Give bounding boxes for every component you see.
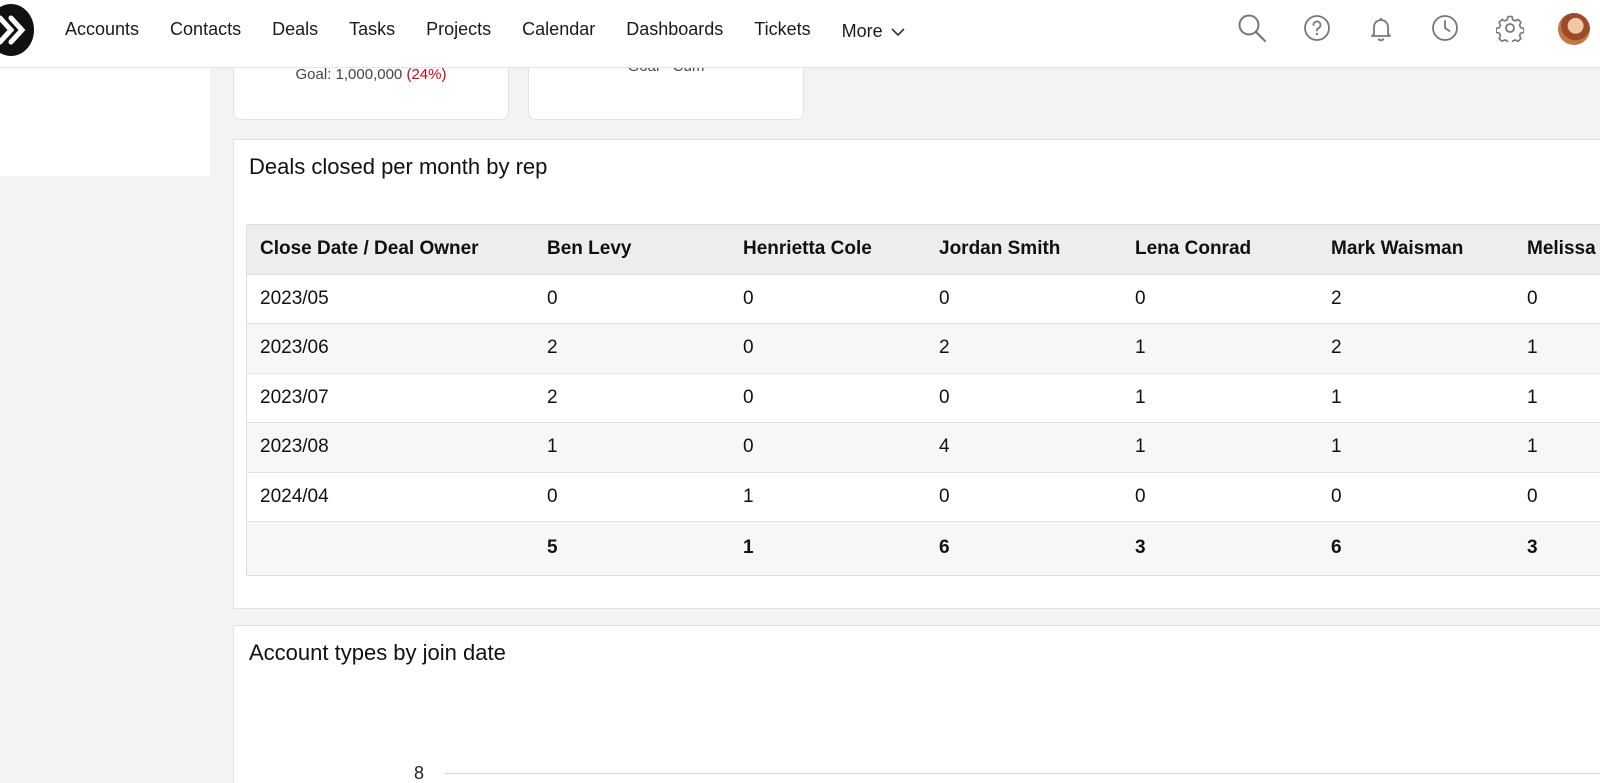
chevron-down-icon: [891, 27, 905, 36]
table-cell: 1: [1514, 373, 1600, 423]
column-header[interactable]: Jordan Smith: [926, 225, 1122, 275]
table-cell: 0: [730, 274, 926, 324]
table-cell: 4: [926, 422, 1122, 473]
table-cell: 2023/07: [247, 373, 534, 423]
bell-icon[interactable]: [1365, 12, 1397, 44]
table-cell: 2023/05: [247, 274, 534, 324]
total-cell: 6: [926, 521, 1122, 575]
table-cell: 1: [1122, 422, 1318, 473]
column-header[interactable]: Mark Waisman: [1318, 225, 1514, 275]
nav-dashboards[interactable]: Dashboards: [626, 18, 723, 42]
table-cell: 0: [534, 274, 730, 324]
table-row: 2023/08 1 0 4 1 1 1: [247, 422, 1600, 473]
app-logo[interactable]: [0, 4, 34, 56]
sidebar-panel: [0, 68, 210, 176]
table-cell: 1: [1122, 373, 1318, 423]
kpi-goal-label: Goal: 1,000,000: [295, 66, 403, 83]
nav-more-label: More: [841, 20, 883, 41]
nav-accounts[interactable]: Accounts: [65, 18, 139, 42]
total-cell: 3: [1122, 521, 1318, 575]
main-nav: Accounts Contacts Deals Tasks Projects C…: [65, 18, 936, 42]
table-cell: 2: [1318, 323, 1514, 374]
panel-title: Deals closed per month by rep: [249, 154, 548, 179]
table-cell: 0: [1514, 274, 1600, 324]
table-cell: 2: [1318, 274, 1514, 324]
deals-table: Close Date / Deal Owner Ben Levy Henriet…: [246, 224, 1600, 576]
total-cell: [247, 521, 534, 575]
table-cell: 1: [730, 472, 926, 522]
totals-row: 5 1 6 3 6 3: [247, 521, 1600, 575]
total-cell: 5: [534, 521, 730, 575]
table-cell: 0: [1514, 472, 1600, 522]
nav-contacts[interactable]: Contacts: [170, 18, 241, 42]
table-row: 2023/06 2 0 2 1 2 1: [247, 323, 1600, 374]
table-cell: 1: [1514, 323, 1600, 374]
table-cell: 0: [730, 422, 926, 473]
nav-more-menu[interactable]: More: [842, 19, 905, 42]
table-cell: 2023/06: [247, 323, 534, 374]
nav-projects[interactable]: Projects: [426, 18, 491, 42]
column-header[interactable]: Close Date / Deal Owner: [247, 225, 534, 275]
table-cell: 0: [926, 373, 1122, 423]
nav-tickets[interactable]: Tickets: [754, 18, 810, 42]
gear-icon[interactable]: [1494, 12, 1526, 44]
account-types-panel: Account types by join date 8: [233, 625, 1600, 783]
column-header[interactable]: Melissa: [1514, 225, 1600, 275]
nav-calendar[interactable]: Calendar: [522, 18, 595, 42]
table-header-row: Close Date / Deal Owner Ben Levy Henriet…: [247, 225, 1600, 275]
column-header[interactable]: Henrietta Cole: [730, 225, 926, 275]
kpi-goal: Goal: 1,000,000 (24%): [234, 66, 508, 83]
user-avatar[interactable]: [1558, 13, 1590, 45]
y-axis-tick: 8: [414, 763, 425, 783]
table-row: 2023/05 0 0 0 0 2 0: [247, 274, 1600, 324]
table-cell: 0: [1122, 274, 1318, 324]
total-cell: 3: [1514, 521, 1600, 575]
search-icon[interactable]: [1236, 12, 1268, 44]
help-icon[interactable]: [1301, 12, 1333, 44]
table-row: 2023/07 2 0 0 1 1 1: [247, 373, 1600, 423]
total-cell: 1: [730, 521, 926, 575]
table-cell: 0: [730, 323, 926, 374]
table-cell: 0: [1318, 472, 1514, 522]
table-cell: 0: [1122, 472, 1318, 522]
table-cell: 2023/08: [247, 422, 534, 473]
deals-per-month-panel: Deals closed per month by rep Close Date…: [233, 139, 1600, 609]
table-cell: 1: [1122, 323, 1318, 374]
history-icon[interactable]: [1429, 12, 1461, 44]
column-header[interactable]: Lena Conrad: [1122, 225, 1318, 275]
table-cell: 0: [926, 274, 1122, 324]
table-cell: 1: [1318, 422, 1514, 473]
table-cell: 0: [730, 373, 926, 423]
table-cell: 1: [1514, 422, 1600, 473]
table-cell: 1: [534, 422, 730, 473]
table-cell: 2: [534, 323, 730, 374]
panel-title: Account types by join date: [249, 640, 506, 665]
table-cell: 1: [1318, 373, 1514, 423]
table-cell: 2024/04: [247, 472, 534, 522]
column-header[interactable]: Ben Levy: [534, 225, 730, 275]
nav-deals[interactable]: Deals: [272, 18, 318, 42]
table-cell: 2: [534, 373, 730, 423]
chart-gridline: [444, 773, 1600, 774]
table-row: 2024/04 0 1 0 0 0 0: [247, 472, 1600, 522]
top-navigation-bar: Accounts Contacts Deals Tasks Projects C…: [0, 0, 1600, 68]
total-cell: 6: [1318, 521, 1514, 575]
table-cell: 0: [926, 472, 1122, 522]
kpi-goal-percent: (24%): [406, 66, 447, 83]
table-cell: 0: [534, 472, 730, 522]
nav-tasks[interactable]: Tasks: [349, 18, 395, 42]
table-cell: 2: [926, 323, 1122, 374]
